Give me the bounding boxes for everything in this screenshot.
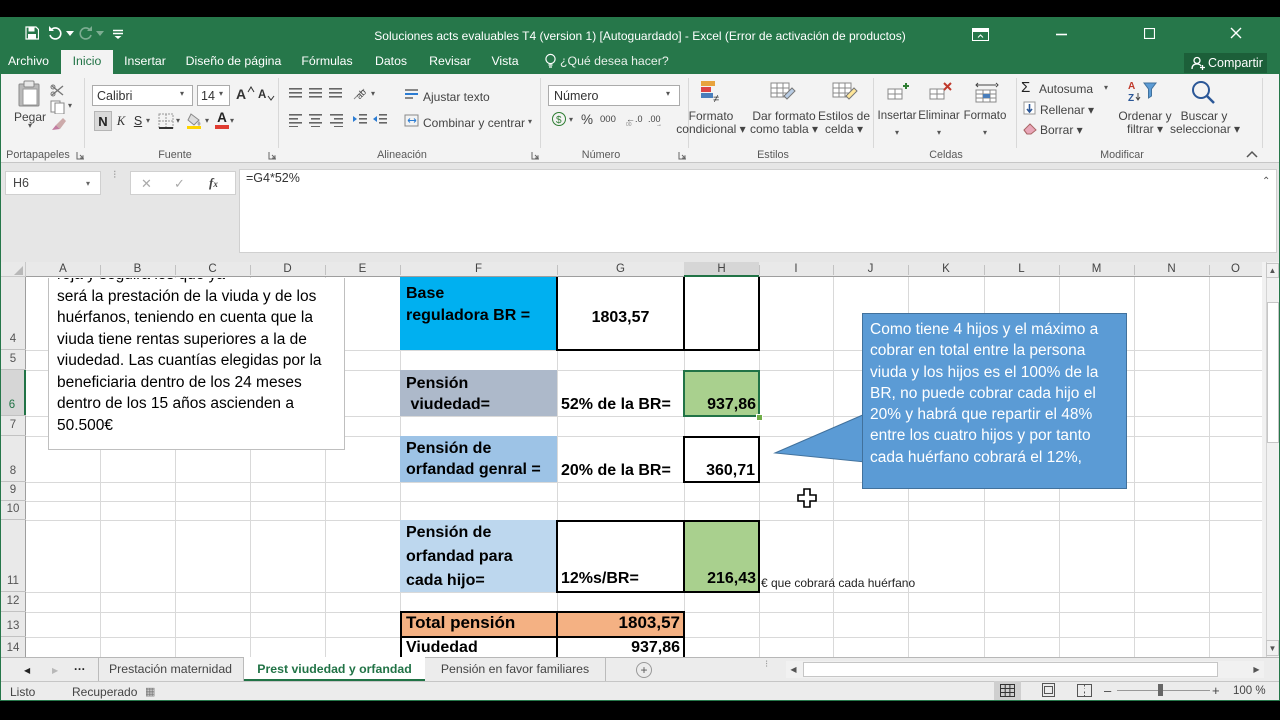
svg-text:Z: Z [1128, 93, 1134, 104]
svg-text:A: A [1128, 81, 1135, 92]
svg-text:≠: ≠ [713, 93, 719, 104]
svg-text:ab: ab [354, 87, 368, 101]
svg-text:$: $ [556, 115, 562, 126]
svg-text:→: → [656, 122, 662, 127]
svg-text:00: 00 [626, 122, 632, 127]
